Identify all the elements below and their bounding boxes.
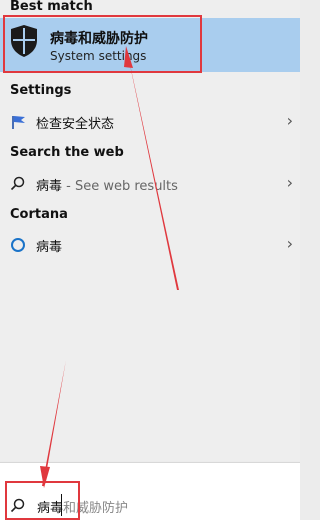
annotation-arrows: [40, 46, 179, 488]
annotation-arrowhead-down: [40, 466, 50, 488]
annotation-arrow-up: [126, 46, 179, 290]
annotation-arrowhead-up: [124, 46, 133, 68]
